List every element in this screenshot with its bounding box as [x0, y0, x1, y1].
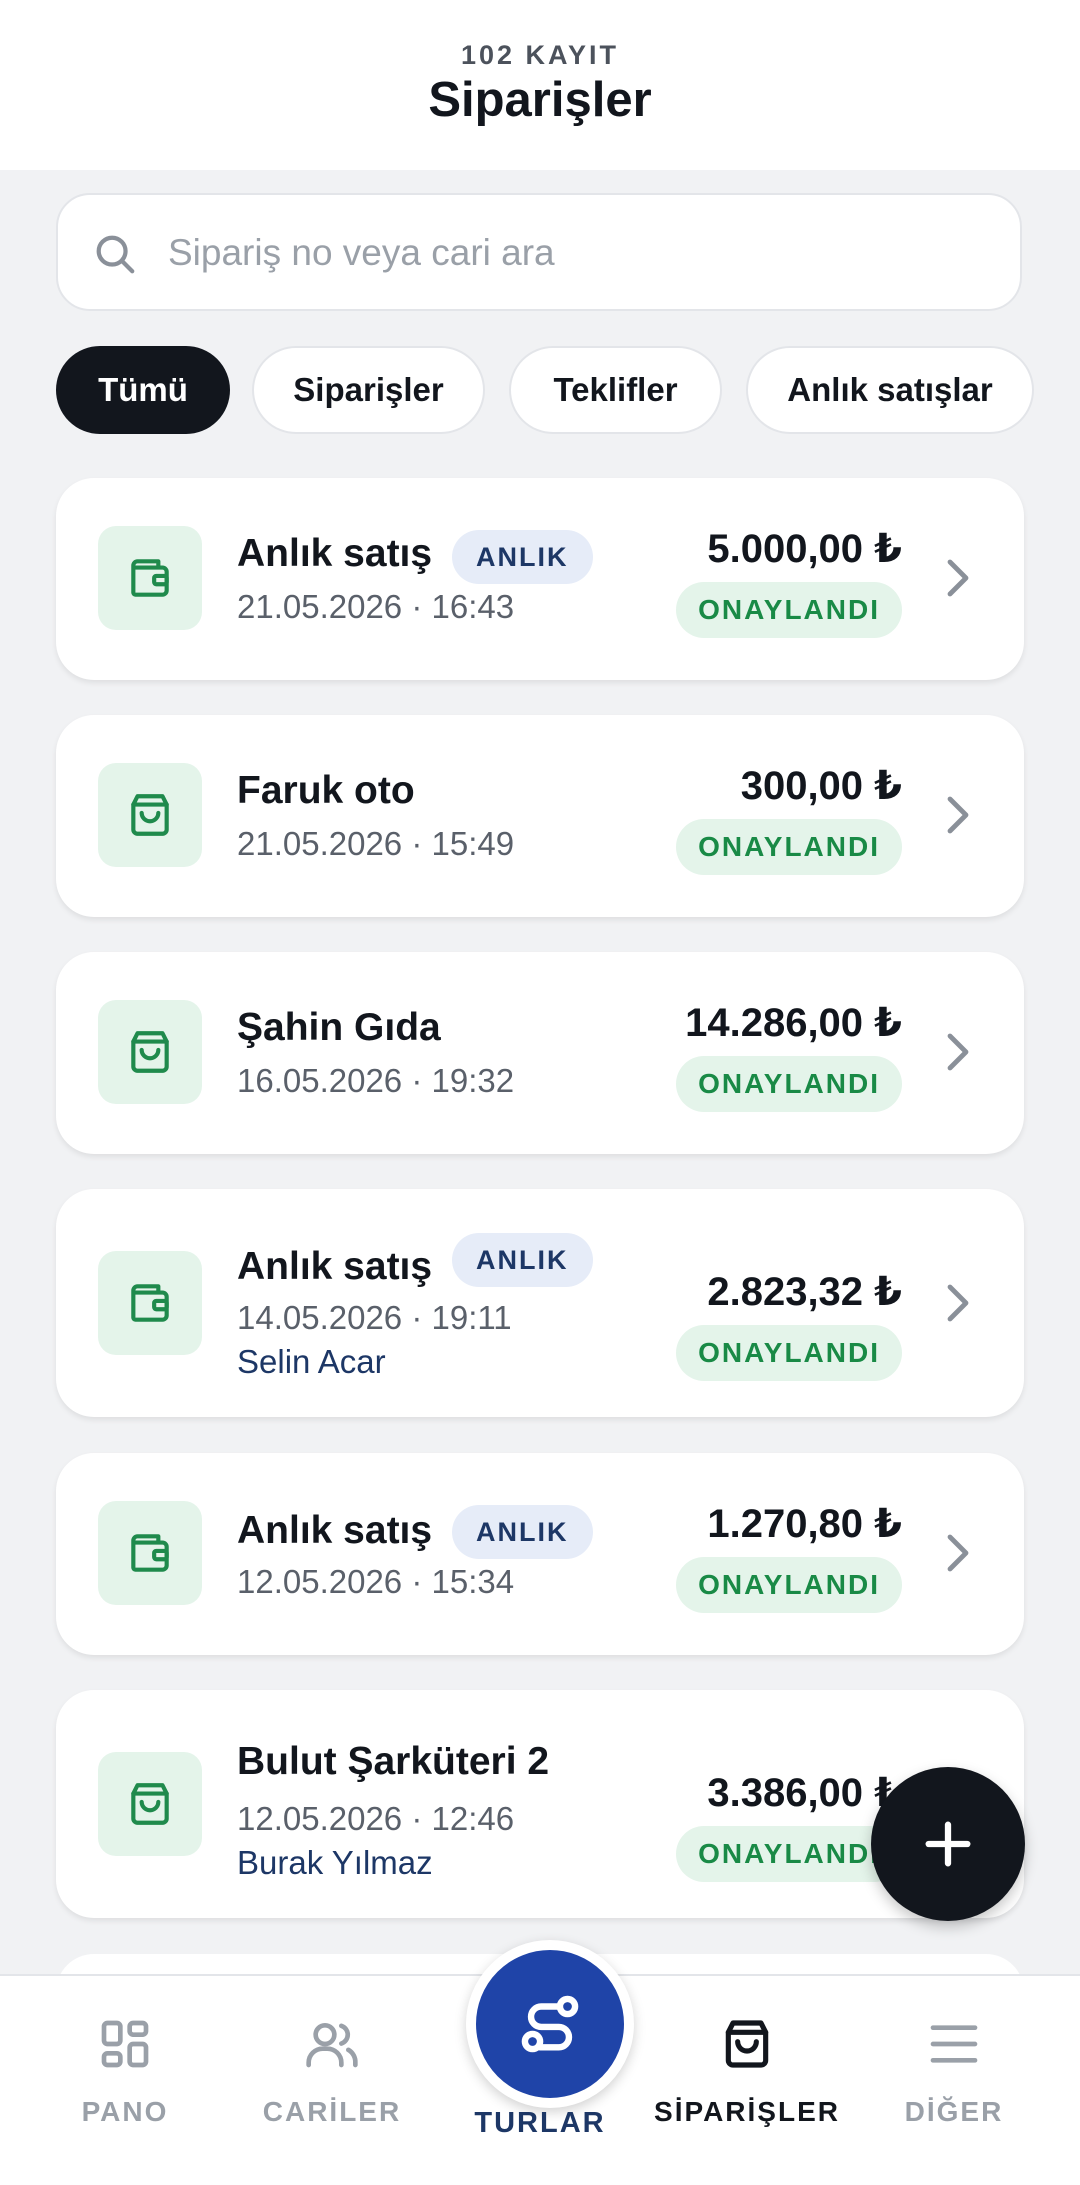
status-badge: ONAYLANDI [676, 1826, 902, 1882]
wallet-icon [98, 1251, 202, 1355]
status-badge: ONAYLANDI [676, 819, 902, 875]
shopping-bag-icon [98, 1000, 202, 1104]
order-card[interactable]: Şahin Gıda 16.05.2026 · 19:32 14.286,00 … [56, 952, 1024, 1154]
order-date: 14.05.2026 · 19:11 [237, 1299, 512, 1336]
shopping-bag-icon [98, 1752, 202, 1856]
nav-item-diger[interactable]: DİĞER [846, 1976, 1062, 2185]
order-date: 12.05.2026 · 15:34 [237, 1563, 515, 1600]
order-name: Anlık satış [237, 1245, 433, 1288]
status-badge: ONAYLANDI [676, 1056, 902, 1112]
order-amount: 2.823,32 ₺ [707, 1270, 902, 1314]
order-name: Şahin Gıda [237, 1006, 441, 1049]
chevron-right-icon [947, 1033, 969, 1071]
plus-icon [925, 1821, 971, 1867]
filter-chip-instant-sales[interactable]: Anlık satışlar [746, 346, 1034, 434]
order-amount: 1.270,80 ₺ [707, 1502, 902, 1546]
salesperson-name: Selin Acar [237, 1343, 386, 1380]
filter-chip-quotes[interactable]: Teklifler [509, 346, 722, 434]
menu-icon [930, 2025, 978, 2063]
nav-label: CARİLER [262, 2096, 402, 2127]
search-icon [96, 235, 135, 274]
order-name: Anlık satış [237, 532, 433, 575]
nav-label: SİPARİŞLER [654, 2096, 840, 2127]
instant-badge: ANLIK [452, 1233, 593, 1287]
nav-item-siparisler[interactable]: SİPARİŞLER [639, 1976, 855, 2185]
order-card[interactable]: Bulut Şarküteri 2 12.05.2026 · 12:46 Bur… [56, 1690, 1024, 1918]
order-amount: 3.386,00 ₺ [707, 1771, 902, 1815]
add-order-button[interactable] [871, 1767, 1025, 1921]
page-header: 102 KAYIT Siparişler [0, 0, 1080, 170]
chevron-right-icon [947, 559, 969, 597]
nav-item-turlar[interactable] [466, 1940, 634, 2108]
nav-label: DİĞER [904, 2096, 1004, 2127]
salesperson-name: Burak Yılmaz [237, 1844, 433, 1881]
order-date: 16.05.2026 · 19:32 [237, 1062, 515, 1099]
nav-item-pano[interactable]: PANO [17, 1976, 233, 2185]
status-badge: ONAYLANDI [676, 1325, 902, 1381]
filter-chip-all[interactable]: Tümü [56, 346, 230, 434]
search-input[interactable]: Sipariş no veya cari ara [56, 193, 1022, 311]
order-card[interactable]: Faruk oto 21.05.2026 · 15:49 300,00 ₺ ON… [56, 715, 1024, 917]
order-date: 12.05.2026 · 12:46 [237, 1800, 515, 1837]
chevron-right-icon [947, 1284, 969, 1322]
instant-badge: ANLIK [452, 530, 593, 584]
nav-label: PANO [81, 2096, 169, 2127]
page-title: Siparişler [428, 73, 652, 127]
route-icon [521, 1995, 579, 2053]
nav-label-turlar: TURLAR [474, 2107, 606, 2139]
status-badge: ONAYLANDI [676, 582, 902, 638]
order-name: Anlık satış [237, 1509, 433, 1552]
wallet-icon [98, 526, 202, 630]
dashboard-icon [101, 2020, 149, 2068]
order-date: 21.05.2026 · 16:43 [237, 588, 515, 625]
search-placeholder: Sipariş no veya cari ara [168, 232, 555, 273]
order-amount: 5.000,00 ₺ [707, 527, 902, 571]
chevron-right-icon [947, 796, 969, 834]
shopping-bag-icon [98, 763, 202, 867]
order-amount: 14.286,00 ₺ [685, 1001, 902, 1045]
order-name: Faruk oto [237, 769, 415, 812]
order-name: Bulut Şarküteri 2 [237, 1740, 550, 1783]
nav-item-cariler[interactable]: CARİLER [224, 1976, 440, 2185]
order-date: 21.05.2026 · 15:49 [237, 825, 515, 862]
record-count: 102 KAYIT [460, 40, 620, 70]
instant-badge: ANLIK [452, 1505, 593, 1559]
order-amount: 300,00 ₺ [740, 764, 902, 808]
status-badge: ONAYLANDI [676, 1557, 902, 1613]
order-card[interactable]: Anlık satış ANLIK 12.05.2026 · 15:34 1.2… [56, 1453, 1024, 1655]
order-card[interactable]: Anlık satış ANLIK 21.05.2026 · 16:43 5.0… [56, 478, 1024, 680]
wallet-icon [98, 1501, 202, 1605]
users-icon [306, 2023, 358, 2068]
filter-chips: Tümü Siparişler Teklifler Anlık satışlar [56, 346, 1080, 434]
filter-chip-orders[interactable]: Siparişler [252, 346, 485, 434]
order-card[interactable]: Anlık satış ANLIK 14.05.2026 · 19:11 Sel… [56, 1189, 1024, 1417]
shopping-bag-icon [725, 2020, 769, 2068]
chevron-right-icon [947, 1534, 969, 1572]
